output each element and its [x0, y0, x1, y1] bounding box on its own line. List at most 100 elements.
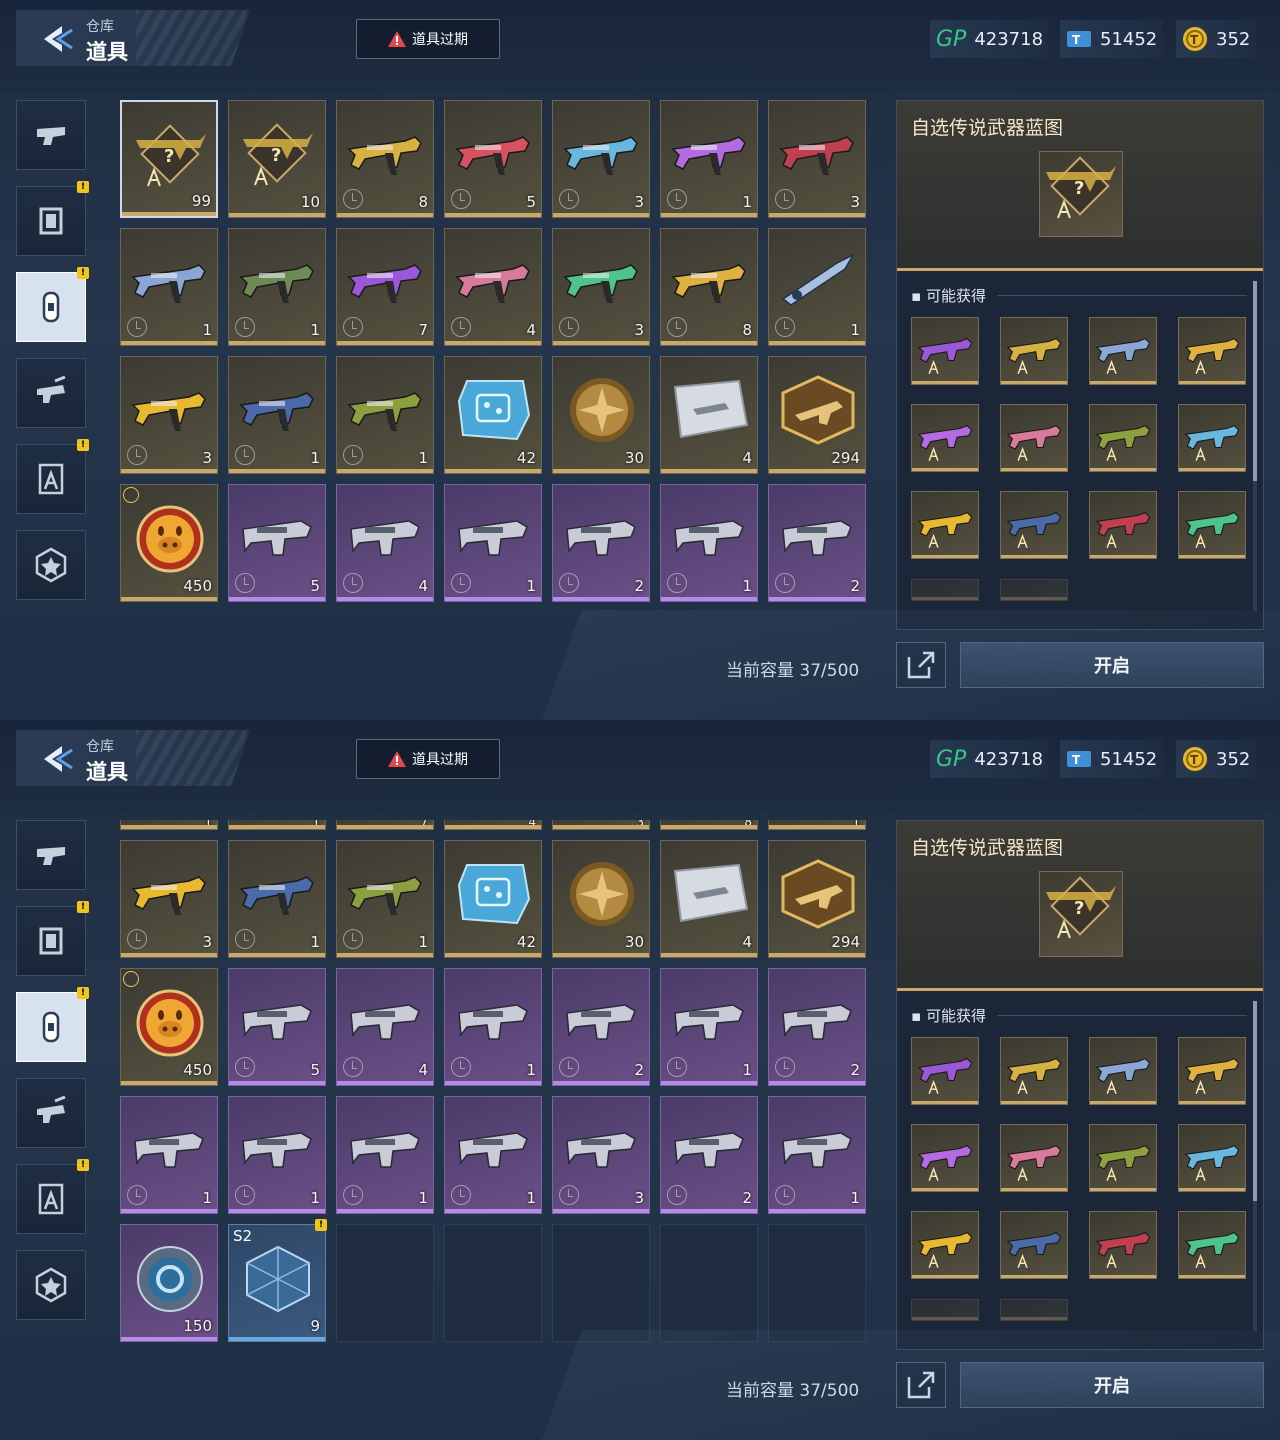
- inventory-item[interactable]: 1: [768, 228, 866, 346]
- inventory-item[interactable]: 5: [444, 100, 542, 218]
- inventory-item[interactable]: 4: [444, 820, 542, 830]
- inventory-item[interactable]: 450: [120, 484, 218, 602]
- inventory-item[interactable]: 294: [768, 840, 866, 958]
- reward-item[interactable]: [1178, 1037, 1246, 1105]
- inventory-item[interactable]: ? 99: [120, 100, 218, 218]
- share-button[interactable]: [896, 642, 946, 688]
- reward-item[interactable]: [1178, 1124, 1246, 1192]
- inventory-item[interactable]: 1: [120, 1096, 218, 1214]
- inventory-item[interactable]: 2: [660, 1096, 758, 1214]
- inventory-item[interactable]: 4: [660, 356, 758, 474]
- inventory-item[interactable]: 450: [120, 968, 218, 1086]
- inventory-item[interactable]: 294: [768, 356, 866, 474]
- reward-item[interactable]: [1000, 1124, 1068, 1192]
- share-button[interactable]: [896, 1362, 946, 1408]
- inventory-item[interactable]: S2! 9: [228, 1219, 327, 1342]
- sidebar-tab-canister[interactable]: !: [16, 267, 89, 342]
- open-button[interactable]: 开启: [960, 1362, 1264, 1408]
- inventory-item[interactable]: 1: [444, 968, 542, 1086]
- inventory-item[interactable]: 8: [660, 228, 758, 346]
- sidebar-tab-pistol[interactable]: [16, 100, 86, 170]
- inventory-item[interactable]: 30: [552, 840, 650, 958]
- inventory-item[interactable]: 1: [768, 820, 866, 830]
- sidebar-tab-star-badge[interactable]: [16, 1250, 86, 1320]
- inventory-item[interactable]: 4: [444, 228, 542, 346]
- reward-item[interactable]: [1000, 491, 1068, 559]
- inventory-item[interactable]: 1: [336, 840, 434, 958]
- reward-item[interactable]: [1178, 491, 1246, 559]
- reward-item[interactable]: [1089, 1211, 1157, 1279]
- inventory-item[interactable]: 1: [336, 1096, 434, 1214]
- sidebar-tab-frame[interactable]: !: [16, 901, 89, 976]
- inventory-item[interactable]: 2: [552, 968, 650, 1086]
- reward-item[interactable]: [911, 491, 979, 559]
- reward-item[interactable]: [1089, 404, 1157, 472]
- inventory-item[interactable]: 30: [552, 356, 650, 474]
- reward-item[interactable]: [1089, 317, 1157, 385]
- sidebar-tab-blueprint[interactable]: !: [16, 1159, 89, 1234]
- inventory-item[interactable]: 1: [336, 356, 434, 474]
- inventory-item[interactable]: 3: [768, 100, 866, 218]
- reward-item[interactable]: [911, 404, 979, 472]
- inventory-item[interactable]: 42: [444, 840, 542, 958]
- inventory-item[interactable]: 7: [336, 820, 434, 830]
- expired-items-button[interactable]: 道具过期: [356, 19, 500, 59]
- inventory-item[interactable]: 5: [228, 968, 326, 1086]
- expired-items-button[interactable]: 道具过期: [356, 739, 500, 779]
- inventory-item[interactable]: 4: [660, 840, 758, 958]
- inventory-item[interactable]: 7: [336, 228, 434, 346]
- sidebar-tab-gun-parts[interactable]: [16, 1078, 86, 1148]
- inventory-item[interactable]: 150: [120, 1224, 218, 1342]
- reward-item[interactable]: [911, 1037, 979, 1105]
- inventory-item[interactable]: 4: [336, 484, 434, 602]
- reward-item[interactable]: [1000, 404, 1068, 472]
- reward-item[interactable]: [1089, 491, 1157, 559]
- open-button[interactable]: 开启: [960, 642, 1264, 688]
- sidebar-tab-frame[interactable]: !: [16, 181, 89, 256]
- inventory-item[interactable]: 1: [768, 1096, 866, 1214]
- inventory-item[interactable]: 5: [228, 484, 326, 602]
- inventory-item[interactable]: 3: [552, 100, 650, 218]
- inventory-item[interactable]: 3: [120, 840, 218, 958]
- inventory-item[interactable]: 42: [444, 356, 542, 474]
- reward-item[interactable]: [1000, 1037, 1068, 1105]
- inventory-item[interactable]: 2: [768, 484, 866, 602]
- reward-item[interactable]: [911, 317, 979, 385]
- inventory-item[interactable]: 1: [660, 484, 758, 602]
- reward-item[interactable]: [1089, 1124, 1157, 1192]
- back-button[interactable]: 仓库 道具: [16, 730, 250, 786]
- inventory-item[interactable]: 1: [228, 1096, 326, 1214]
- reward-item[interactable]: [1000, 1211, 1068, 1279]
- inventory-item[interactable]: 1: [660, 100, 758, 218]
- sidebar-tab-star-badge[interactable]: [16, 530, 86, 600]
- inventory-item[interactable]: 3: [552, 228, 650, 346]
- inventory-item[interactable]: 8: [660, 820, 758, 830]
- reward-item[interactable]: [1178, 317, 1246, 385]
- reward-item[interactable]: [1178, 1211, 1246, 1279]
- reward-item[interactable]: [1178, 404, 1246, 472]
- reward-item[interactable]: [1000, 317, 1068, 385]
- inventory-item[interactable]: 2: [768, 968, 866, 1086]
- inventory-item[interactable]: 1: [228, 820, 326, 830]
- inventory-item[interactable]: 4: [336, 968, 434, 1086]
- reward-item[interactable]: [911, 1211, 979, 1279]
- scrollbar[interactable]: [1253, 281, 1257, 611]
- inventory-item[interactable]: 3: [552, 1096, 650, 1214]
- inventory-item[interactable]: 1: [228, 228, 326, 346]
- scrollbar[interactable]: [1253, 1001, 1257, 1331]
- inventory-item[interactable]: 2: [552, 484, 650, 602]
- inventory-item[interactable]: ? 10: [228, 100, 326, 218]
- inventory-item[interactable]: 1: [120, 228, 218, 346]
- inventory-item[interactable]: 1: [444, 1096, 542, 1214]
- sidebar-tab-gun-parts[interactable]: [16, 358, 86, 428]
- inventory-item[interactable]: 3: [552, 820, 650, 830]
- inventory-item[interactable]: 3: [120, 356, 218, 474]
- inventory-item[interactable]: 1: [228, 840, 326, 958]
- inventory-item[interactable]: 8: [336, 100, 434, 218]
- inventory-item[interactable]: 1: [444, 484, 542, 602]
- reward-item[interactable]: [911, 1124, 979, 1192]
- inventory-item[interactable]: 1: [660, 968, 758, 1086]
- reward-item[interactable]: [1089, 1037, 1157, 1105]
- back-button[interactable]: 仓库 道具: [16, 10, 250, 66]
- sidebar-tab-pistol[interactable]: [16, 820, 86, 890]
